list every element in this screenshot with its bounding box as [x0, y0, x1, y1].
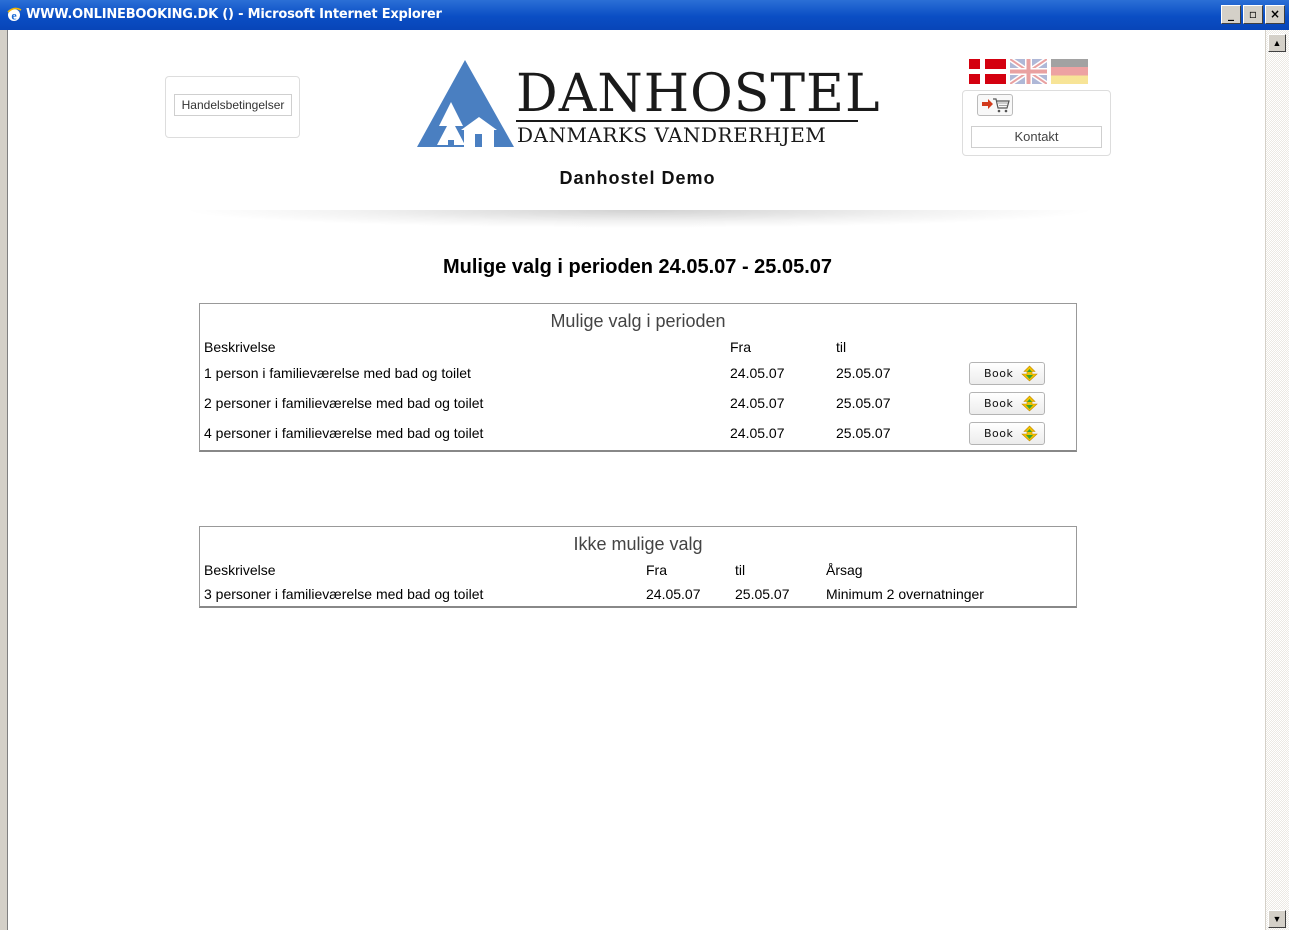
column-header-from: Fra	[646, 562, 667, 578]
terms-button[interactable]: Handelsbetingelser	[174, 94, 292, 116]
header-divider-shadow	[180, 210, 1100, 228]
column-header-from: Fra	[730, 339, 751, 355]
arrow-down-icon	[1021, 425, 1038, 442]
date-from: 24.05.07	[646, 586, 701, 602]
logo-divider	[516, 120, 858, 122]
window-frame-left	[0, 30, 8, 930]
site-name-text: Danhostel Demo	[559, 168, 716, 188]
available-options-title: Mulige valg i perioden	[550, 311, 726, 331]
unavailable-header-row: Beskrivelse Fra til Årsag	[200, 558, 1076, 582]
book-button[interactable]: Book	[969, 392, 1045, 415]
available-options-panel: Mulige valg i perioden Beskrivelse Fra t…	[199, 303, 1077, 452]
book-button[interactable]: Book	[969, 422, 1045, 445]
logo-text-main: DANHOSTEL	[516, 64, 881, 124]
terms-box: Handelsbetingelser	[165, 76, 300, 138]
room-description: 1 person i familieværelse med bad og toi…	[204, 365, 471, 381]
date-to: 25.05.07	[735, 586, 790, 602]
uk-flag-icon[interactable]	[1010, 59, 1047, 84]
room-description: 4 personer i familieværelse med bad og t…	[204, 425, 484, 441]
table-row: 3 personer i familieværelse med bad og t…	[200, 582, 1076, 606]
ie-logo-icon: e	[7, 7, 22, 23]
page-heading: Mulige valg i perioden 24.05.07 - 25.05.…	[442, 256, 833, 278]
column-header-reason: Årsag	[826, 562, 863, 578]
danish-flag-icon[interactable]	[969, 59, 1006, 84]
logo-text-sub: DANMARKS VANDRERHJEM	[517, 123, 827, 147]
unavailable-options-title: Ikke mulige valg	[573, 534, 703, 554]
shopping-cart-icon[interactable]	[977, 94, 1013, 116]
date-to: 25.05.07	[836, 395, 891, 411]
date-to: 25.05.07	[836, 425, 891, 441]
column-header-to: til	[836, 339, 847, 355]
right-header-box: Kontakt	[962, 90, 1111, 156]
restore-button[interactable]: ▫	[1243, 5, 1263, 24]
contact-button[interactable]: Kontakt	[971, 126, 1102, 148]
date-from: 24.05.07	[730, 425, 785, 441]
window-controls: _ ▫ ×	[1221, 5, 1285, 24]
date-to: 25.05.07	[836, 365, 891, 381]
book-button[interactable]: Book	[969, 362, 1045, 385]
unavailable-options-panel: Ikke mulige valg Beskrivelse Fra til Års…	[199, 526, 1077, 608]
table-row: 1 person i familieværelse med bad og toi…	[200, 361, 1076, 385]
book-button-label: Book	[984, 427, 1014, 440]
room-description: 3 personer i familieværelse med bad og t…	[204, 586, 484, 602]
scroll-up-icon[interactable]: ▲	[1268, 34, 1286, 52]
table-row: 2 personer i familieværelse med bad og t…	[200, 391, 1076, 415]
date-from: 24.05.07	[730, 395, 785, 411]
column-header-to: til	[735, 562, 746, 578]
scroll-down-icon[interactable]: ▼	[1268, 910, 1286, 928]
language-flags	[969, 59, 1088, 84]
danhostel-logo[interactable]: DANHOSTEL DANMARKS VANDRERHJEM	[417, 60, 880, 150]
arrow-down-icon	[1021, 395, 1038, 412]
window-title: WWW.ONLINEBOOKING.DK () - Microsoft Inte…	[26, 7, 442, 22]
book-button-label: Book	[984, 367, 1014, 380]
arrow-down-icon	[1021, 365, 1038, 382]
book-button-label: Book	[984, 397, 1014, 410]
column-header-description: Beskrivelse	[204, 339, 276, 355]
window-titlebar: e WWW.ONLINEBOOKING.DK () - Microsoft In…	[0, 0, 1289, 30]
minimize-button[interactable]: _	[1221, 5, 1241, 24]
room-description: 2 personer i familieværelse med bad og t…	[204, 395, 484, 411]
column-header-description: Beskrivelse	[204, 562, 276, 578]
close-button[interactable]: ×	[1265, 5, 1285, 24]
unavailable-reason: Minimum 2 overnatninger	[826, 586, 984, 602]
german-flag-icon[interactable]	[1051, 59, 1088, 84]
hostel-tent-icon	[417, 60, 514, 147]
date-from: 24.05.07	[730, 365, 785, 381]
vertical-scrollbar[interactable]: ▲ ▼	[1265, 30, 1289, 930]
svg-text:e: e	[11, 9, 17, 23]
site-name: Danhostel Demo	[0, 168, 1275, 189]
table-row: 4 personer i familieværelse med bad og t…	[200, 421, 1076, 445]
available-header-row: Beskrivelse Fra til	[200, 335, 1076, 359]
